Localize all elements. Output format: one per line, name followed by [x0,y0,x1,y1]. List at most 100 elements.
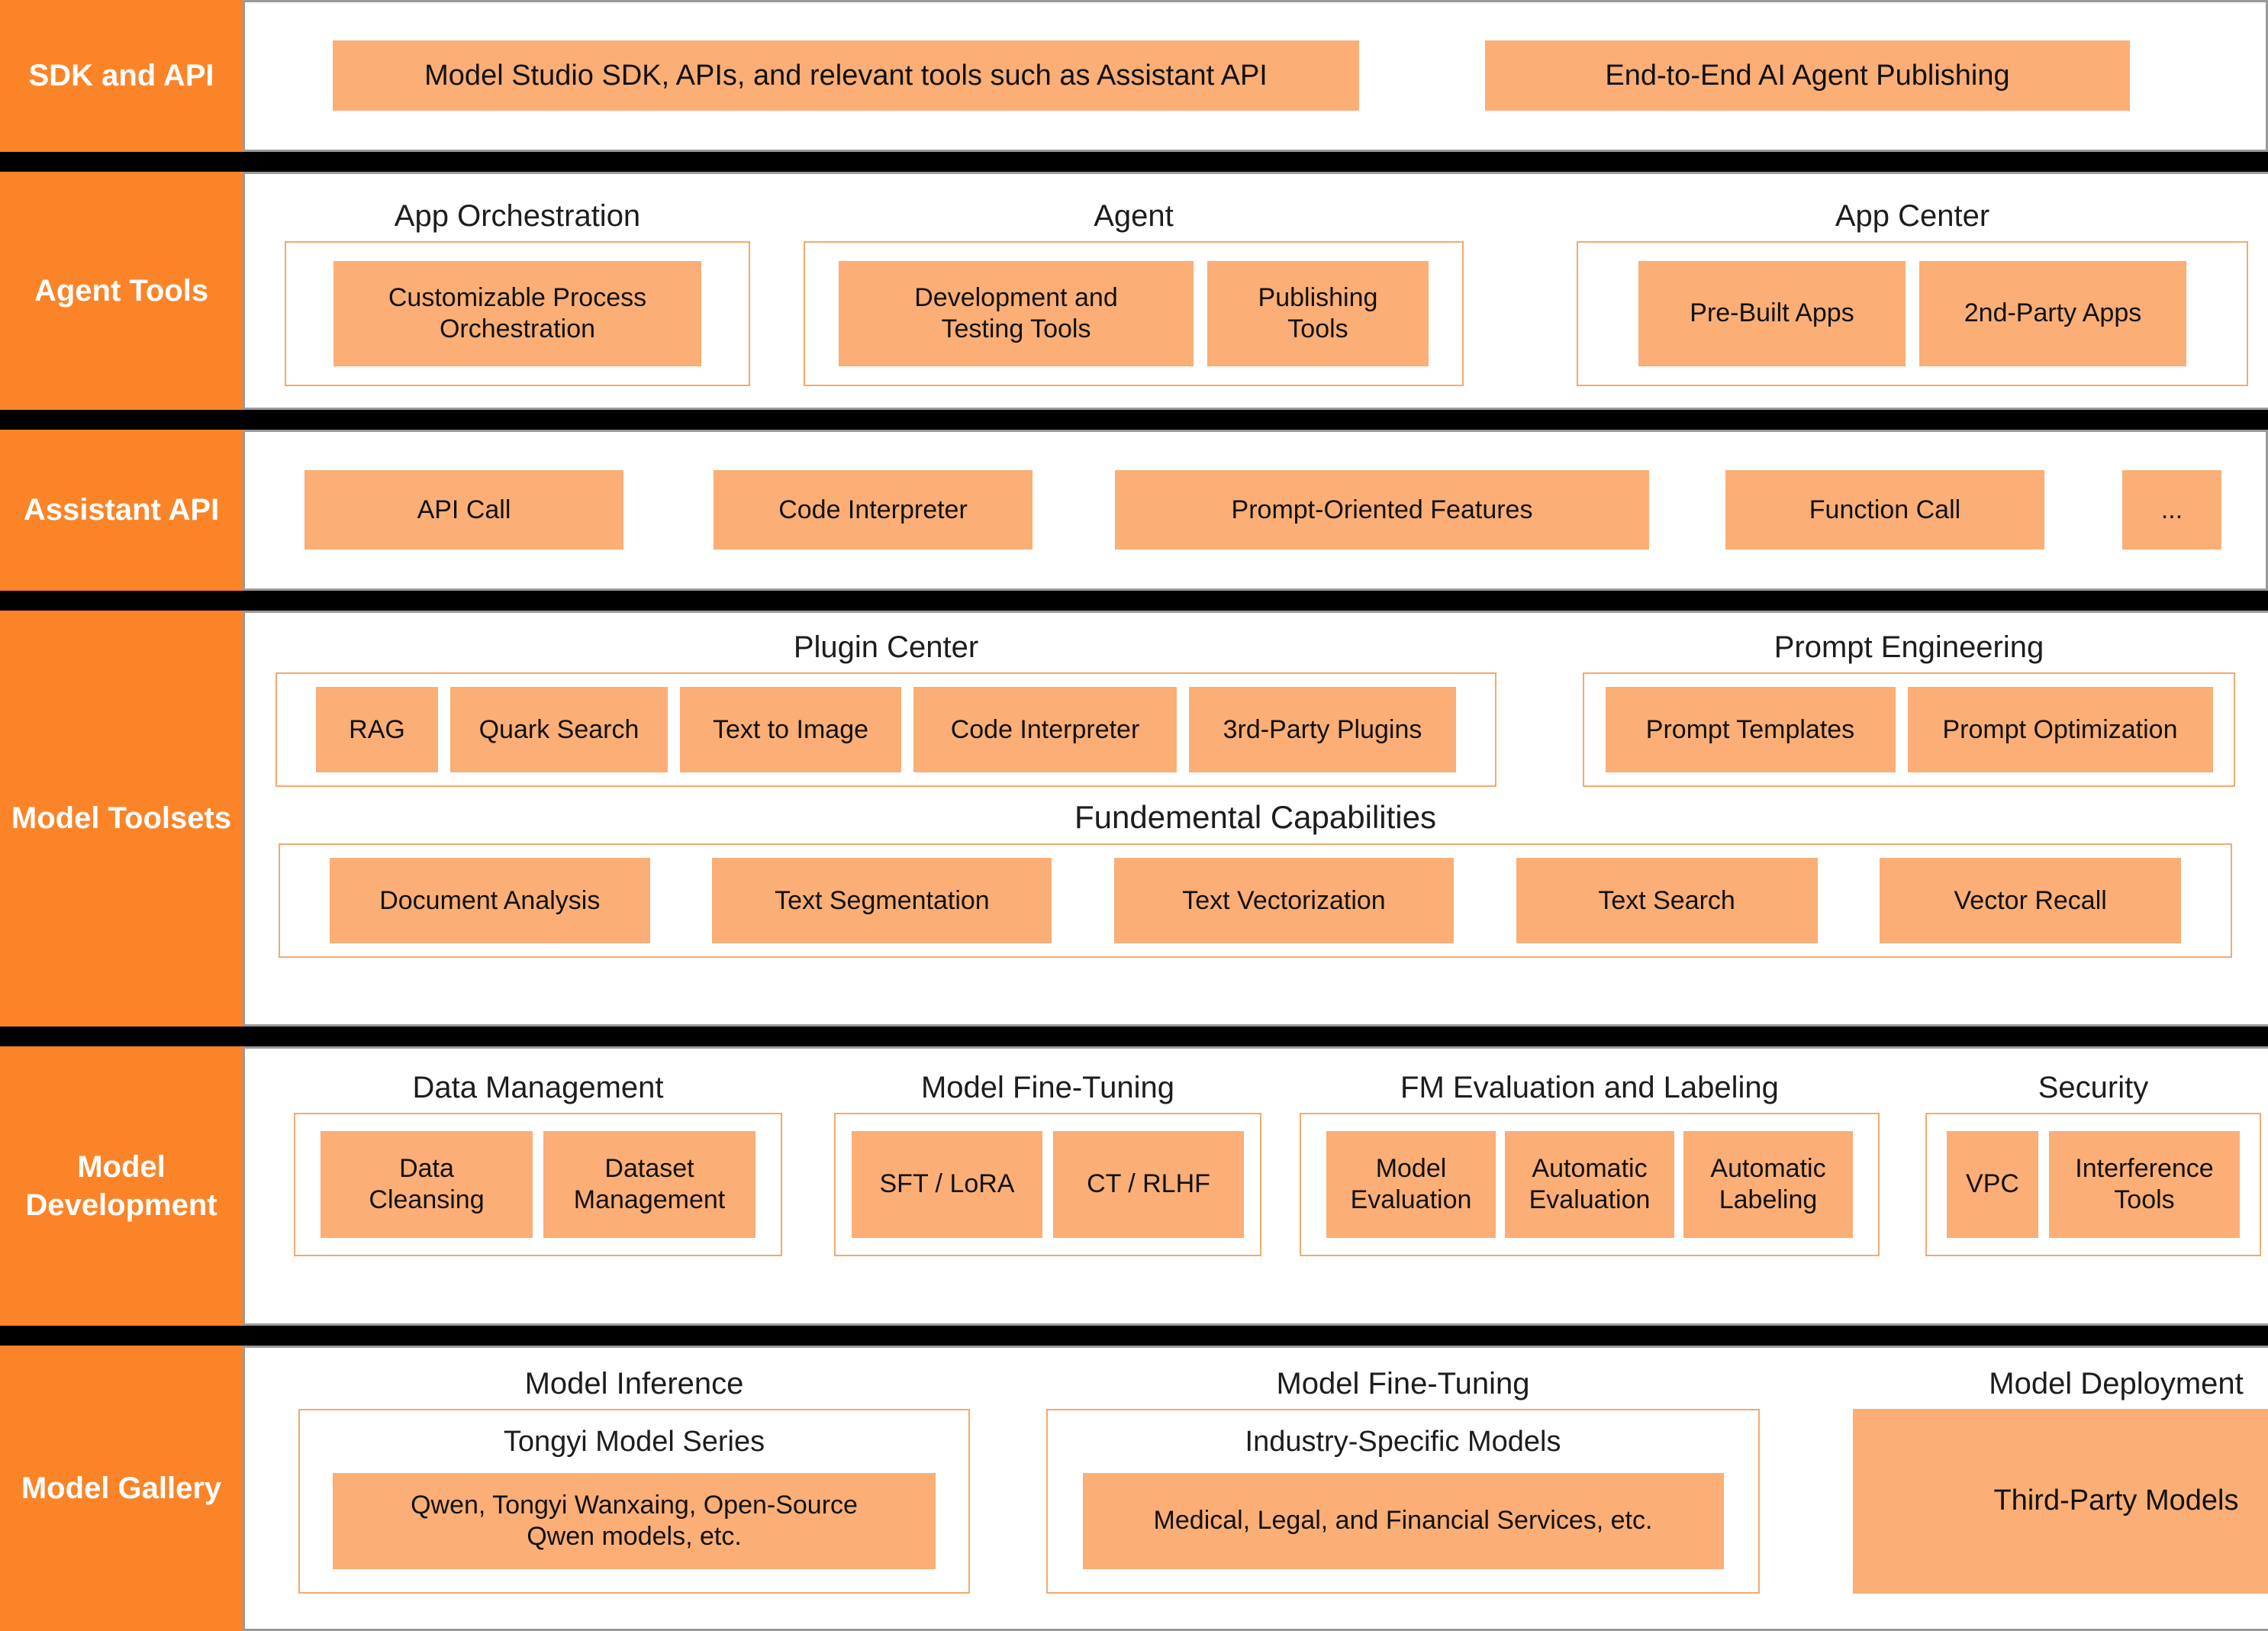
group-caption-model-fine-tuning-development: Model Fine-Tuning [920,1070,1174,1104]
layer-label-agent-tools: Agent Tools [0,171,243,410]
group-app-orchestration: App Orchestration Customizable Process O… [285,198,750,386]
layer-body-model-toolsets: Plugin Center RAG Quark Search Text to I… [243,610,2268,1027]
group-caption-model-deployment: Model Deployment [1989,1366,2244,1401]
model-toolsets-top-row: Plugin Center RAG Quark Search Text to I… [275,630,2235,787]
chip-document-analysis[interactable]: Document Analysis [329,858,650,944]
layer-body-agent-tools: App Orchestration Customizable Process O… [243,171,2268,410]
group-caption-agent: Agent [1094,198,1174,233]
group-box-model-fine-tuning-gallery: Industry-Specific Models Medical, Legal,… [1046,1408,1760,1594]
layer-separator-band-2 [0,409,2268,430]
layer-row-model-development: Model Development Data Management Data C… [0,1046,2268,1326]
chip-dataset-management[interactable]: Dataset Management [543,1130,755,1238]
chip-prompt-oriented-features[interactable]: Prompt-Oriented Features [1115,470,1649,550]
group-caption-app-orchestration: App Orchestration [394,198,641,233]
subcaption-industry-specific-models: Industry-Specific Models [1245,1426,1561,1459]
chip-end-to-end-ai-agent-publishing[interactable]: End-to-End AI Agent Publishing [1485,40,2130,111]
group-caption-fm-evaluation-and-labeling: FM Evaluation and Labeling [1400,1070,1779,1104]
group-caption-plugin-center: Plugin Center [793,630,979,664]
layer-label-model-gallery: Model Gallery [0,1345,243,1631]
group-model-fine-tuning-gallery: Model Fine-Tuning Industry-Specific Mode… [1046,1366,1760,1594]
chip-vector-recall[interactable]: Vector Recall [1880,858,2182,944]
layer-label-assistant-api: Assistant API [0,429,243,591]
layer-separator-band-4 [0,1026,2268,1046]
chip-automatic-evaluation[interactable]: Automatic Evaluation [1505,1130,1674,1238]
group-box-model-fine-tuning-development: SFT / LoRA CT / RLHF [834,1112,1261,1256]
group-box-model-inference: Tongyi Model Series Qwen, Tongyi Wanxain… [298,1408,970,1594]
layer-separator-band-1 [0,151,2268,172]
layer-row-agent-tools: Agent Tools App Orchestration Customizab… [0,171,2268,410]
chip-api-call[interactable]: API Call [304,470,623,550]
group-box-model-deployment: Third-Party Models [1853,1408,2268,1594]
layer-label-sdk-and-api: SDK and API [0,0,243,152]
chip-text-search[interactable]: Text Search [1516,858,1818,944]
chip-text-segmentation[interactable]: Text Segmentation [712,858,1052,944]
chip-code-interpreter-plugin[interactable]: Code Interpreter [913,686,1177,772]
group-box-app-orchestration: Customizable Process Orchestration [285,240,750,386]
chip-sft-lora[interactable]: SFT / LoRA [852,1130,1042,1238]
chip-vpc[interactable]: VPC [1947,1130,2038,1238]
group-box-agent: Development and Testing Tools Publishing… [804,240,1464,386]
chip-medical-legal-financial-services[interactable]: Medical, Legal, and Financial Services, … [1082,1472,1724,1569]
group-model-deployment: Model Deployment Third-Party Models [1853,1366,2268,1594]
group-plugin-center: Plugin Center RAG Quark Search Text to I… [275,630,1496,787]
group-app-center: App Center Pre-Built Apps 2nd-Party Apps [1577,198,2248,386]
subcaption-tongyi-model-series: Tongyi Model Series [503,1426,765,1459]
chip-2nd-party-apps[interactable]: 2nd-Party Apps [1919,260,2186,366]
group-box-prompt-engineering: Prompt Templates Prompt Optimization [1583,672,2235,787]
chip-interference-tools[interactable]: Interference Tools [2049,1130,2240,1238]
chip-prompt-optimization[interactable]: Prompt Optimization [1907,686,2213,772]
group-caption-prompt-engineering: Prompt Engineering [1773,630,2044,664]
chip-data-cleansing[interactable]: Data Cleansing [321,1130,533,1238]
chip-third-party-models[interactable]: Third-Party Models [1853,1408,2268,1594]
chip-development-and-testing-tools[interactable]: Development and Testing Tools [839,260,1194,366]
group-data-management: Data Management Data Cleansing Dataset M… [294,1070,782,1256]
layer-row-model-gallery: Model Gallery Model Inference Tongyi Mod… [0,1345,2268,1631]
layer-separator-band-3 [0,590,2268,611]
layer-label-model-development: Model Development [0,1046,243,1326]
layer-body-model-gallery: Model Inference Tongyi Model Series Qwen… [243,1345,2268,1631]
group-caption-app-center: App Center [1835,198,1990,233]
layer-label-model-toolsets: Model Toolsets [0,610,243,1027]
layer-row-model-toolsets: Model Toolsets Plugin Center RAG Quark S… [0,610,2268,1027]
chip-3rd-party-plugins[interactable]: 3rd-Party Plugins [1189,686,1456,772]
layer-row-sdk-and-api: SDK and API Model Studio SDK, APIs, and … [0,0,2268,152]
layer-row-assistant-api: Assistant API API Call Code Interpreter … [0,429,2268,591]
chip-text-to-image[interactable]: Text to Image [680,686,901,772]
group-box-plugin-center: RAG Quark Search Text to Image Code Inte… [275,672,1496,787]
chip-code-interpreter[interactable]: Code Interpreter [714,470,1033,550]
chip-rag[interactable]: RAG [316,686,438,772]
group-box-fm-evaluation-and-labeling: Model Evaluation Automatic Evaluation Au… [1300,1112,1880,1256]
chip-publishing-tools[interactable]: Publishing Tools [1207,260,1429,366]
chip-model-evaluation[interactable]: Model Evaluation [1326,1130,1496,1238]
group-caption-security: Security [2038,1070,2149,1104]
chip-ellipsis[interactable]: ... [2122,470,2221,550]
layer-body-sdk-and-api: Model Studio SDK, APIs, and relevant too… [243,0,2268,152]
chip-automatic-labeling[interactable]: Automatic Labeling [1683,1130,1853,1238]
group-caption-model-inference: Model Inference [524,1366,744,1401]
group-agent: Agent Development and Testing Tools Publ… [804,198,1464,386]
chip-model-studio-sdk[interactable]: Model Studio SDK, APIs, and relevant too… [333,40,1359,111]
group-prompt-engineering: Prompt Engineering Prompt Templates Prom… [1583,630,2235,787]
group-caption-fundemental-capabilities: Fundemental Capabilities [1074,798,1436,835]
layer-separator-band-5 [0,1325,2268,1346]
group-fundemental-capabilities: Fundemental Capabilities Document Analys… [279,798,2232,959]
chip-prompt-templates[interactable]: Prompt Templates [1605,686,1896,772]
layer-body-assistant-api: API Call Code Interpreter Prompt-Oriente… [243,429,2268,591]
group-model-fine-tuning-development: Model Fine-Tuning SFT / LoRA CT / RLHF [834,1070,1261,1256]
group-box-data-management: Data Cleansing Dataset Management [294,1112,782,1256]
chip-text-vectorization[interactable]: Text Vectorization [1113,858,1454,944]
model-studio-architecture-diagram: SDK and API Model Studio SDK, APIs, and … [0,0,2268,1631]
group-box-fundemental-capabilities: Document Analysis Text Segmentation Text… [279,843,2232,959]
chip-function-call[interactable]: Function Call [1725,470,2044,550]
group-box-app-center: Pre-Built Apps 2nd-Party Apps [1577,240,2248,386]
group-fm-evaluation-and-labeling: FM Evaluation and Labeling Model Evaluat… [1300,1070,1880,1256]
group-model-inference: Model Inference Tongyi Model Series Qwen… [298,1366,970,1594]
chip-ct-rlhf[interactable]: CT / RLHF [1053,1130,1244,1238]
chip-quark-search[interactable]: Quark Search [450,686,668,772]
layer-body-model-development: Data Management Data Cleansing Dataset M… [243,1046,2268,1326]
chip-customizable-process-orchestration[interactable]: Customizable Process Orchestration [333,260,701,366]
chip-pre-built-apps[interactable]: Pre-Built Apps [1638,260,1906,366]
chip-qwen-tongyi-wanxaing-open-source[interactable]: Qwen, Tongyi Wanxaing, Open-Source Qwen … [333,1472,936,1569]
group-security: Security VPC Interference Tools [1925,1070,2261,1256]
group-caption-model-fine-tuning-gallery: Model Fine-Tuning [1276,1366,1530,1401]
